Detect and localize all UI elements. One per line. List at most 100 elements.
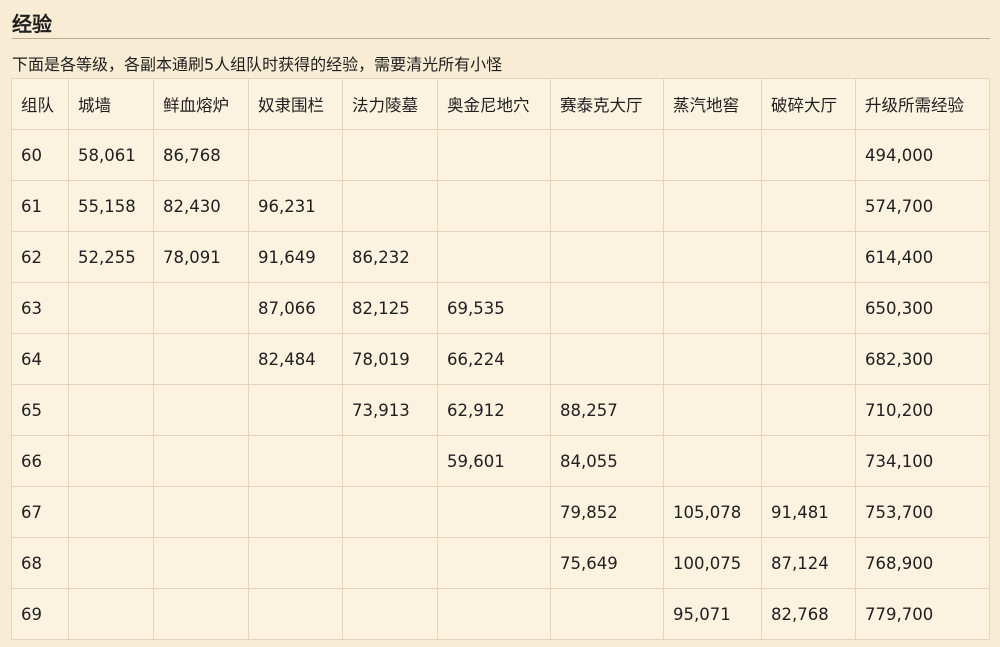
table-cell: 494,000 — [855, 129, 990, 181]
table-cell — [437, 180, 551, 232]
table-cell: 82,430 — [153, 180, 249, 232]
level-cell: 62 — [11, 231, 69, 283]
table-cell — [761, 435, 856, 487]
table-row: 62 52,255 78,091 91,649 86,232 614,400 — [11, 231, 990, 283]
table-cell — [663, 180, 762, 232]
table-cell — [153, 333, 249, 385]
table-cell — [153, 537, 249, 589]
table-cell — [248, 129, 343, 181]
table-cell — [761, 333, 856, 385]
table-cell — [663, 384, 762, 436]
table-cell: 78,091 — [153, 231, 249, 283]
experience-table: 组队 城墙 鲜血熔炉 奴隶围栏 法力陵墓 奥金尼地穴 赛泰克大厅 蒸汽地窖 破碎大厅 升级所需经验… — [11, 78, 990, 640]
table-cell: 59,601 — [437, 435, 551, 487]
table-cell — [663, 282, 762, 334]
level-cell: 63 — [11, 282, 69, 334]
section-title: 经验 — [12, 12, 52, 36]
column-header: 升级所需经验 — [855, 78, 990, 130]
column-header: 蒸汽地窖 — [663, 78, 762, 130]
table-cell: 82,768 — [761, 588, 856, 640]
table-row: 64 82,484 78,019 66,224 682,300 — [11, 333, 990, 385]
table-cell: 91,649 — [248, 231, 343, 283]
table-cell: 58,061 — [68, 129, 154, 181]
column-header: 奴隶围栏 — [248, 78, 343, 130]
table-cell — [342, 486, 438, 538]
column-header: 赛泰克大厅 — [550, 78, 664, 130]
table-cell — [761, 180, 856, 232]
table-cell: 710,200 — [855, 384, 990, 436]
table-row: 66 59,601 84,055 734,100 — [11, 435, 990, 487]
table-cell: 73,913 — [342, 384, 438, 436]
table-cell: 84,055 — [550, 435, 664, 487]
table-cell — [153, 588, 249, 640]
table-cell — [663, 333, 762, 385]
table-cell — [437, 231, 551, 283]
table-row: 69 95,071 82,768 779,700 — [11, 588, 990, 640]
table-cell: 574,700 — [855, 180, 990, 232]
table-cell — [68, 486, 154, 538]
table-cell: 82,484 — [248, 333, 343, 385]
table-cell — [68, 384, 154, 436]
table-cell — [437, 588, 551, 640]
table-cell — [248, 435, 343, 487]
table-cell — [68, 537, 154, 589]
level-cell: 61 — [11, 180, 69, 232]
table-cell: 86,232 — [342, 231, 438, 283]
table-cell: 96,231 — [248, 180, 343, 232]
table-cell — [248, 384, 343, 436]
table-cell — [153, 486, 249, 538]
page: 经验 下面是各等级，各副本通刷5人组队时获得的经验，需要清光所有小怪 组队 城墙鲜… — [0, 0, 1000, 647]
table-row: 68 75,649 100,075 87,124 768,900 — [11, 537, 990, 589]
table-cell: 768,900 — [855, 537, 990, 589]
table-row: 65 73,913 62,912 88,257 710,200 — [11, 384, 990, 436]
level-cell: 68 — [11, 537, 69, 589]
table-cell — [248, 486, 343, 538]
table-cell — [437, 129, 551, 181]
table-cell — [68, 333, 154, 385]
column-header: 法力陵墓 — [342, 78, 438, 130]
table-cell: 87,124 — [761, 537, 856, 589]
table-cell: 734,100 — [855, 435, 990, 487]
table-header: 组队 城墙 鲜血熔炉 奴隶围栏 法力陵墓 奥金尼地穴 赛泰克大厅 蒸汽地窖 破碎大厅 升级所需经验 — [11, 78, 990, 130]
table-cell: 682,300 — [855, 333, 990, 385]
table-cell — [342, 435, 438, 487]
table-cell — [761, 129, 856, 181]
level-cell: 64 — [11, 333, 69, 385]
table-cell — [68, 435, 154, 487]
table-cell — [761, 282, 856, 334]
table-cell — [248, 588, 343, 640]
table-cell — [663, 435, 762, 487]
table-cell — [153, 282, 249, 334]
table-row: 63 87,066 82,125 69,535 650,300 — [11, 282, 990, 334]
table-cell — [550, 129, 664, 181]
level-cell: 66 — [11, 435, 69, 487]
column-header: 城墙 — [68, 78, 154, 130]
table-cell: 753,700 — [855, 486, 990, 538]
table-cell: 100,075 — [663, 537, 762, 589]
table-cell: 91,481 — [761, 486, 856, 538]
table-cell: 79,852 — [550, 486, 664, 538]
table-cell: 86,768 — [153, 129, 249, 181]
table-cell: 82,125 — [342, 282, 438, 334]
table-cell: 52,255 — [68, 231, 154, 283]
table-cell — [342, 588, 438, 640]
column-header: 鲜血熔炉 — [153, 78, 249, 130]
table-row: 67 79,852 105,078 91,481 753,700 — [11, 486, 990, 538]
table-cell: 87,066 — [248, 282, 343, 334]
table-cell — [342, 129, 438, 181]
table-cell: 779,700 — [855, 588, 990, 640]
table-cell — [761, 384, 856, 436]
level-cell: 60 — [11, 129, 69, 181]
table-cell — [663, 129, 762, 181]
table-cell: 95,071 — [663, 588, 762, 640]
column-header: 破碎大厅 — [761, 78, 856, 130]
table-cell — [68, 282, 154, 334]
table-cell: 66,224 — [437, 333, 551, 385]
section-description: 下面是各等级，各副本通刷5人组队时获得的经验，需要清光所有小怪 — [12, 55, 503, 74]
table-cell: 88,257 — [550, 384, 664, 436]
table-cell: 105,078 — [663, 486, 762, 538]
table-cell — [248, 537, 343, 589]
table-cell — [342, 537, 438, 589]
level-cell: 69 — [11, 588, 69, 640]
table-row: 60 58,061 86,768 494,000 — [11, 129, 990, 181]
